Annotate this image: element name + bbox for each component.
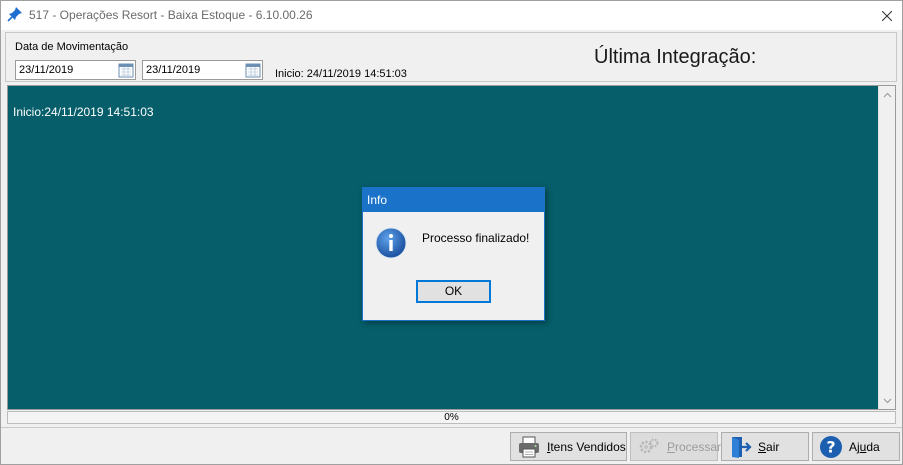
date-end-field[interactable]: 23/11/2019 (142, 60, 263, 80)
filter-panel: Data de Movimentação 23/11/2019 23/11/20… (5, 32, 897, 82)
date-end-value: 23/11/2019 (146, 64, 201, 76)
chevron-down-icon (883, 398, 892, 403)
sair-label: Sair (758, 439, 780, 454)
main-window: 517 - Operações Resort - Baixa Estoque -… (0, 0, 903, 465)
ultima-integracao-label: Última Integração: (594, 46, 757, 68)
dialog-message: Processo finalizado! (422, 231, 530, 245)
date-label: Data de Movimentação (15, 41, 129, 53)
title-bar: 517 - Operações Resort - Baixa Estoque -… (1, 1, 902, 30)
gears-icon (639, 438, 659, 453)
itens-vendidos-button[interactable]: Itens Vendidos (510, 432, 627, 461)
date-start-field[interactable]: 23/11/2019 (15, 60, 136, 80)
progress-label: 0% (444, 412, 459, 423)
calendar-icon[interactable] (245, 62, 261, 78)
chevron-up-icon (883, 92, 892, 97)
close-icon (882, 10, 892, 21)
calendar-icon[interactable] (118, 62, 134, 78)
pin-icon (7, 7, 22, 22)
svg-text:?: ? (826, 437, 835, 456)
itens-vendidos-label: Itens Vendidos (547, 439, 626, 454)
info-icon (375, 227, 407, 259)
log-text: Inicio:24/11/2019 14:51:03 (13, 105, 154, 119)
sair-button[interactable]: Sair (721, 432, 809, 461)
close-button[interactable] (872, 1, 902, 30)
progress-bar: 0% (7, 411, 896, 424)
scroll-up-button[interactable] (879, 86, 896, 103)
ajuda-button[interactable]: ? Ajuda (812, 432, 900, 461)
dialog-title: Info (363, 188, 544, 212)
processar-button[interactable]: Processar (630, 432, 722, 461)
vertical-scrollbar[interactable] (878, 86, 895, 409)
help-icon: ? (820, 435, 842, 458)
ajuda-label: Ajuda (849, 439, 880, 454)
date-start-value: 23/11/2019 (19, 64, 74, 76)
processar-label: Processar (667, 439, 722, 454)
ok-button[interactable]: OK (416, 280, 491, 303)
bottom-separator (1, 427, 902, 428)
exit-door-icon (732, 436, 752, 458)
printer-icon (519, 436, 539, 457)
info-dialog: Info Processo finalizado! OK (362, 187, 545, 321)
inicio-label: Inicio: 24/11/2019 14:51:03 (275, 68, 407, 80)
scroll-down-button[interactable] (879, 392, 896, 409)
window-title: 517 - Operações Resort - Baixa Estoque -… (29, 8, 313, 22)
